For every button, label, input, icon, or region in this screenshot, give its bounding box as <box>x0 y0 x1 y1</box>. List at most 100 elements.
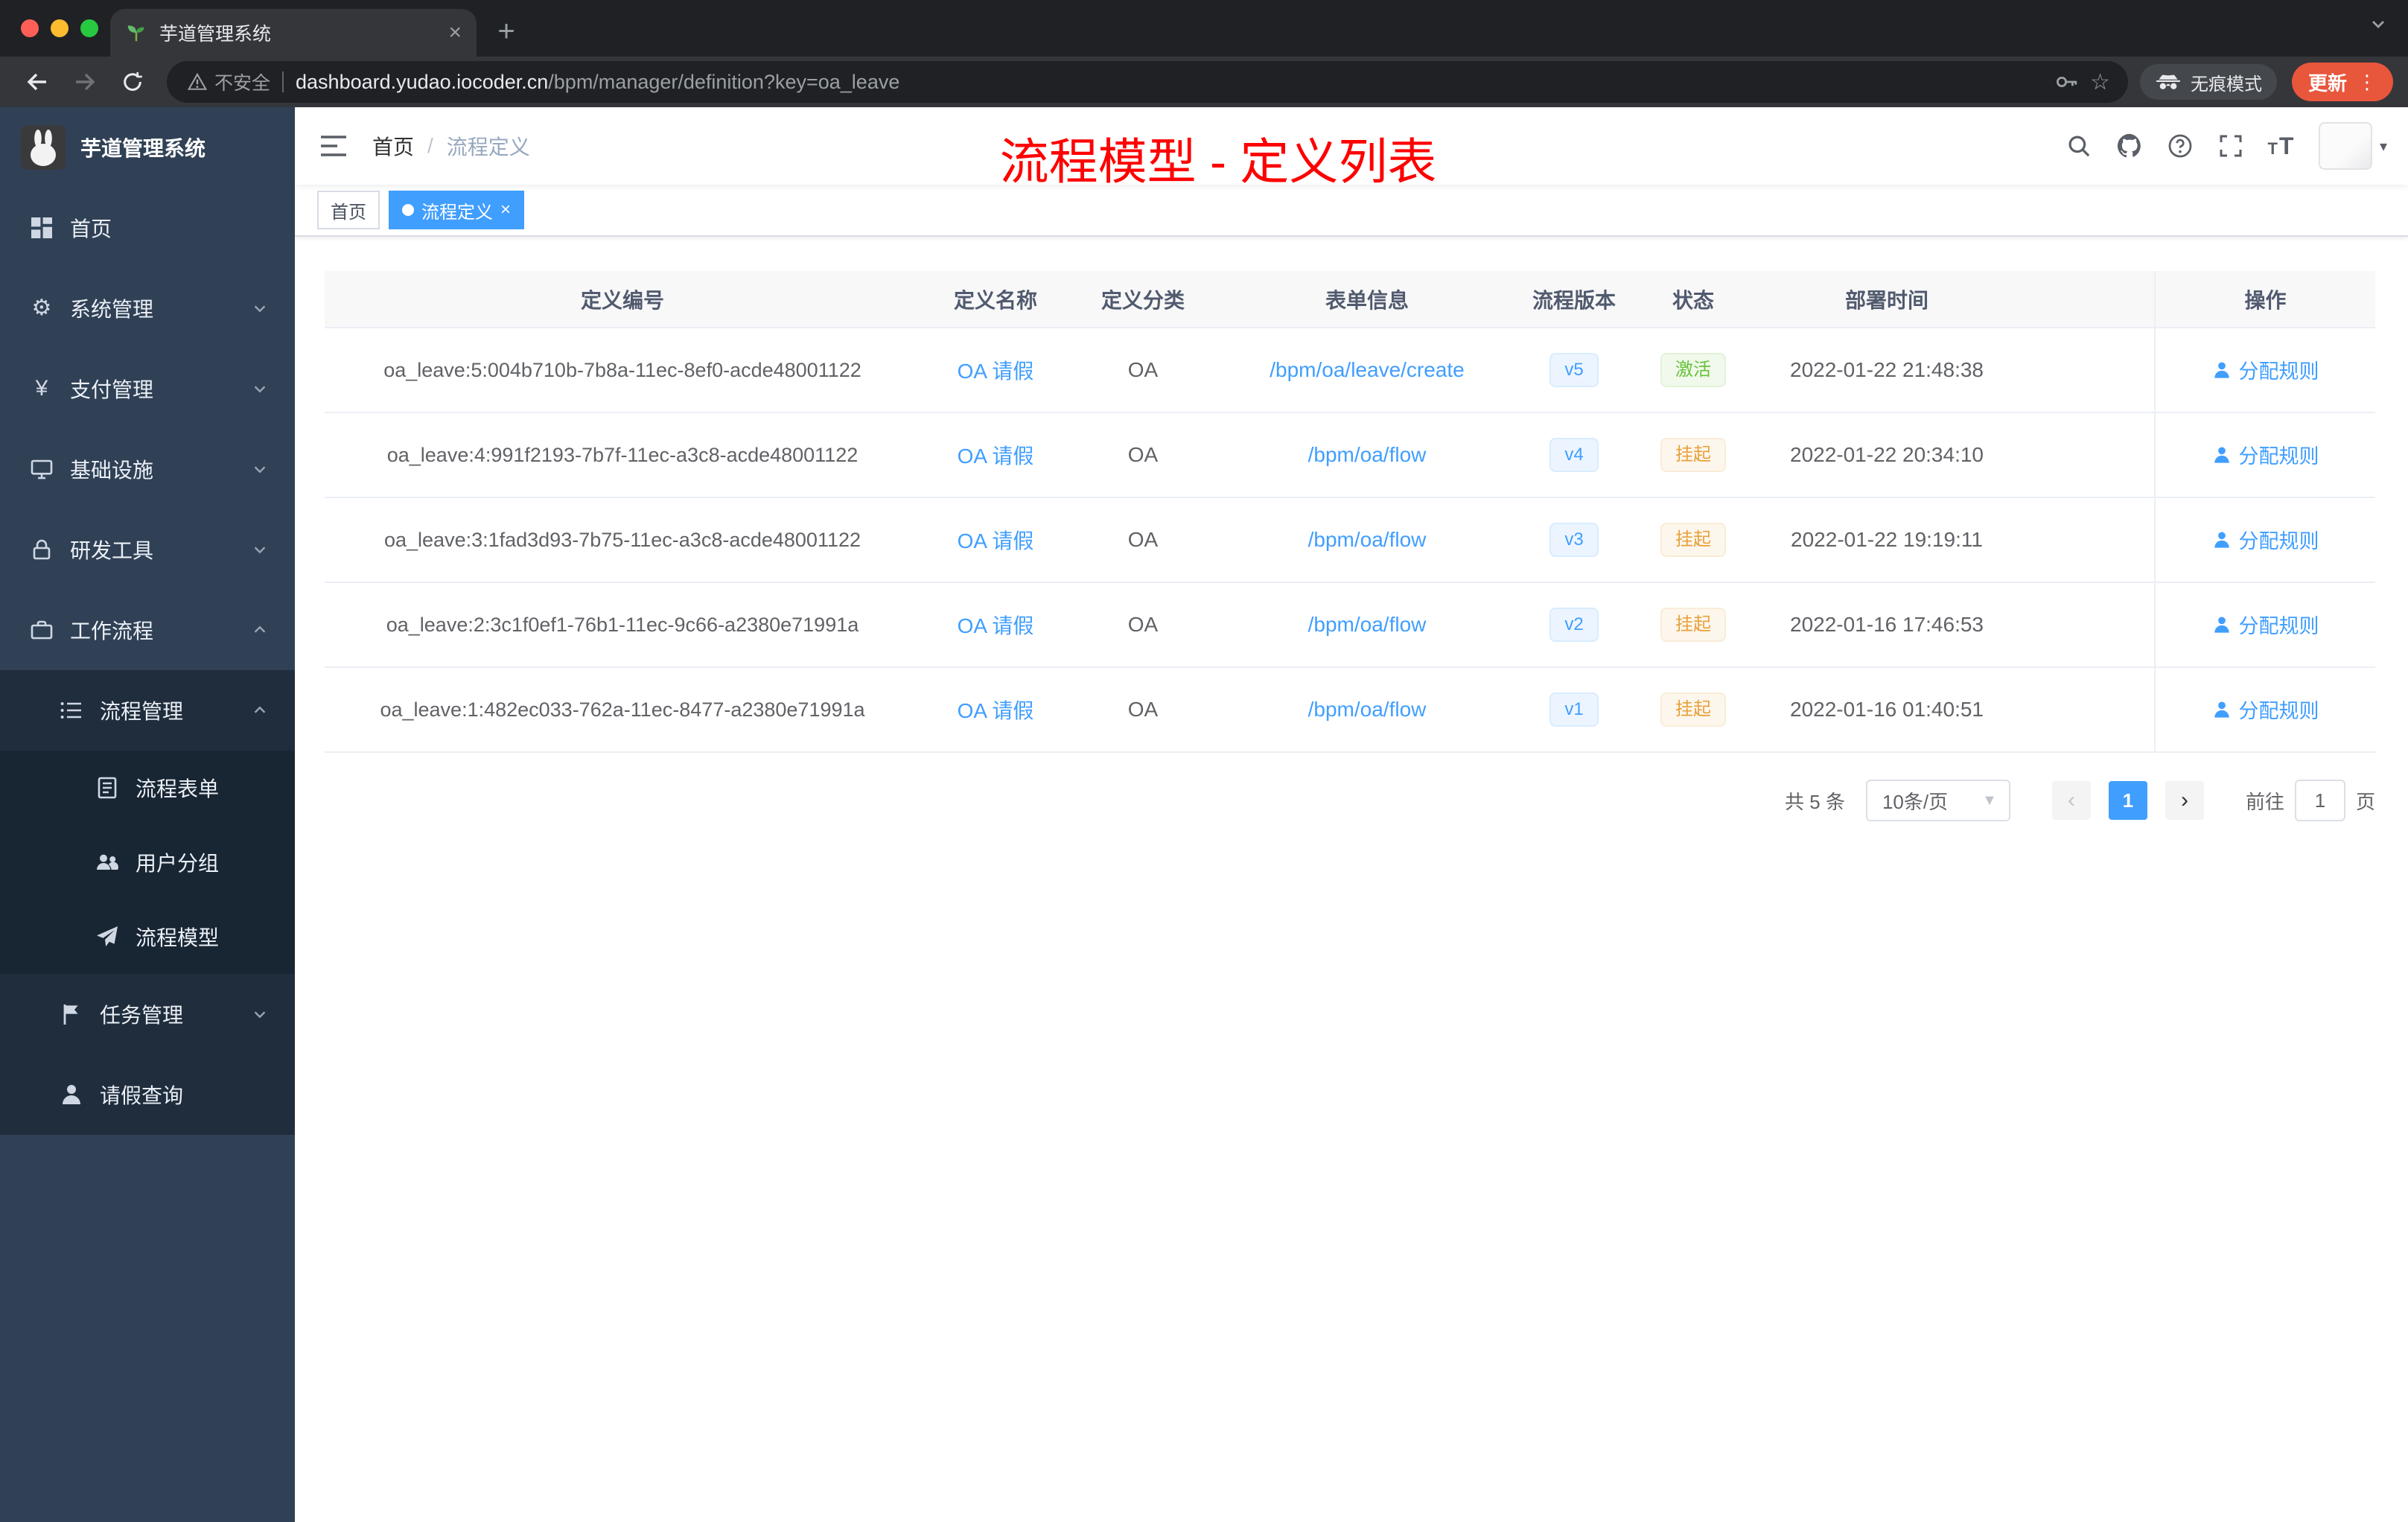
tab-search-chevron-icon[interactable] <box>2369 15 2387 33</box>
sidebar-item-infrastructure[interactable]: 基础设施 <box>0 429 295 509</box>
hamburger-icon[interactable] <box>295 107 372 185</box>
browser-update-button[interactable]: 更新 ⋮ <box>2291 63 2393 101</box>
cell-form-info: /bpm/oa/flow <box>1215 497 1519 583</box>
search-icon[interactable] <box>2054 107 2104 185</box>
cell-filler <box>2016 582 2155 668</box>
definition-table: 定义编号 定义名称 定义分类 表单信息 流程版本 状态 部署时间 操作 oa_l… <box>325 271 2375 753</box>
help-icon[interactable] <box>2155 107 2205 185</box>
flag-icon <box>60 1002 83 1026</box>
breadcrumb-home[interactable]: 首页 <box>372 131 414 161</box>
form-link[interactable]: /bpm/oa/flow <box>1308 443 1427 466</box>
cell-deploy-time: 2022-01-16 17:46:53 <box>1757 582 2016 668</box>
table-row: oa_leave:2:3c1f0ef1-76b1-11ec-9c66-a2380… <box>325 582 2375 668</box>
tag-process-definition[interactable]: 流程定义 × <box>389 191 525 229</box>
reload-button[interactable] <box>110 61 155 103</box>
prev-page-button[interactable]: ‹ <box>2051 781 2091 820</box>
form-link[interactable]: /bpm/oa/flow <box>1308 613 1427 636</box>
goto-page-input[interactable] <box>2294 780 2345 821</box>
assign-rule-link[interactable]: 分配规则 <box>2212 695 2319 724</box>
definition-name-link[interactable]: OA 请假 <box>958 360 1034 383</box>
form-link[interactable]: /bpm/oa/flow <box>1308 528 1427 551</box>
user-icon <box>2214 362 2229 378</box>
sidebar-item-user-group[interactable]: 用户分组 <box>0 825 295 899</box>
fullscreen-icon[interactable] <box>2205 107 2256 185</box>
password-key-icon[interactable] <box>2054 70 2078 94</box>
cell-form-info: /bpm/oa/leave/create <box>1215 328 1519 413</box>
tab-close-icon[interactable]: × <box>448 22 462 44</box>
sidebar-item-workflow[interactable]: 工作流程 <box>0 590 295 670</box>
sidebar-item-label: 支付管理 <box>70 378 154 401</box>
assign-rule-link[interactable]: 分配规则 <box>2212 610 2319 639</box>
cell-filler <box>2016 497 2155 583</box>
sidebar-item-label: 研发工具 <box>70 539 154 562</box>
assign-rule-link[interactable]: 分配规则 <box>2212 440 2319 469</box>
browser-menu-icon[interactable]: ⋮ <box>2357 71 2377 94</box>
sidebar-item-payment[interactable]: ¥ 支付管理 <box>0 348 295 429</box>
version-badge: v1 <box>1549 692 1599 727</box>
minimize-window-button[interactable] <box>51 19 69 37</box>
tab-favicon <box>125 22 147 44</box>
sidebar-item-process-model[interactable]: 流程模型 <box>0 899 295 974</box>
bookmark-star-icon[interactable]: ☆ <box>2090 69 2110 95</box>
column-header-id: 定义编号 <box>325 271 920 328</box>
sidebar-item-process-management[interactable]: 流程管理 <box>0 670 295 751</box>
paper-plane-icon <box>95 925 119 949</box>
tag-close-icon[interactable]: × <box>500 201 511 219</box>
assign-rule-label: 分配规则 <box>2238 360 2319 383</box>
assign-rule-link[interactable]: 分配规则 <box>2212 525 2319 554</box>
github-icon[interactable] <box>2104 107 2155 185</box>
chevron-down-icon <box>252 461 268 477</box>
person-icon <box>60 1083 83 1107</box>
cell-definition-id: oa_leave:2:3c1f0ef1-76b1-11ec-9c66-a2380… <box>325 582 920 668</box>
cell-category: OA <box>1071 413 1215 498</box>
avatar <box>2318 122 2372 170</box>
active-dot <box>402 204 414 216</box>
security-indicator[interactable]: 不安全 <box>188 69 270 95</box>
form-link[interactable]: /bpm/oa/flow <box>1308 698 1427 721</box>
tags-view-bar: 首页 流程定义 × <box>295 185 2408 237</box>
next-page-button[interactable]: › <box>2165 781 2204 820</box>
address-bar[interactable]: 不安全 dashboard.yudao.iocoder.cn/bpm/manag… <box>167 61 2128 103</box>
cell-deploy-time: 2022-01-16 01:40:51 <box>1757 667 2016 753</box>
user-avatar-dropdown[interactable]: ▾ <box>2318 122 2387 170</box>
page-number-button[interactable]: 1 <box>2108 781 2147 820</box>
sidebar-item-system[interactable]: ⚙ 系统管理 <box>0 268 295 348</box>
back-button[interactable] <box>15 61 60 103</box>
sidebar-item-process-form[interactable]: 流程表单 <box>0 751 295 825</box>
forward-button[interactable] <box>63 61 107 103</box>
assign-rule-link[interactable]: 分配规则 <box>2212 355 2319 384</box>
font-size-icon[interactable]: TT <box>2256 107 2307 185</box>
page-size-select[interactable]: 10条/页 ▼ <box>1865 780 2010 821</box>
assign-rule-label: 分配规则 <box>2238 445 2319 468</box>
zoom-window-button[interactable] <box>80 19 98 37</box>
sidebar-item-devtools[interactable]: 研发工具 <box>0 509 295 590</box>
sidebar-item-label: 工作流程 <box>70 620 154 643</box>
warning-icon <box>188 72 207 92</box>
browser-tab[interactable]: 芋道管理系统 × <box>110 9 477 57</box>
cell-status: 挂起 <box>1629 497 1757 583</box>
goto-unit-label: 页 <box>2355 790 2375 813</box>
column-header-version: 流程版本 <box>1519 271 1629 328</box>
status-badge: 激活 <box>1660 353 1726 387</box>
form-link[interactable]: /bpm/oa/leave/create <box>1270 358 1465 381</box>
cell-deploy-time: 2022-01-22 19:19:11 <box>1757 497 2016 583</box>
definition-name-link[interactable]: OA 请假 <box>958 445 1034 468</box>
list-icon <box>60 698 83 722</box>
column-header-category: 定义分类 <box>1071 271 1215 328</box>
definition-name-link[interactable]: OA 请假 <box>958 614 1034 637</box>
sidebar-item-leave-query[interactable]: 请假查询 <box>0 1054 295 1135</box>
sidebar-item-task-management[interactable]: 任务管理 <box>0 974 295 1054</box>
definition-name-link[interactable]: OA 请假 <box>958 699 1034 722</box>
yen-icon: ¥ <box>35 376 48 401</box>
status-badge: 挂起 <box>1660 692 1726 727</box>
tab-strip: 芋道管理系统 × + <box>0 0 2408 57</box>
sidebar-item-label: 基础设施 <box>70 459 154 482</box>
close-window-button[interactable] <box>21 19 39 37</box>
tag-home[interactable]: 首页 <box>317 191 380 229</box>
definition-name-link[interactable]: OA 请假 <box>958 529 1034 553</box>
new-tab-button[interactable]: + <box>485 10 527 52</box>
sidebar-item-home[interactable]: 首页 <box>0 188 295 268</box>
cell-status: 挂起 <box>1629 413 1757 498</box>
version-badge: v4 <box>1549 438 1599 472</box>
assign-rule-label: 分配规则 <box>2238 530 2319 553</box>
